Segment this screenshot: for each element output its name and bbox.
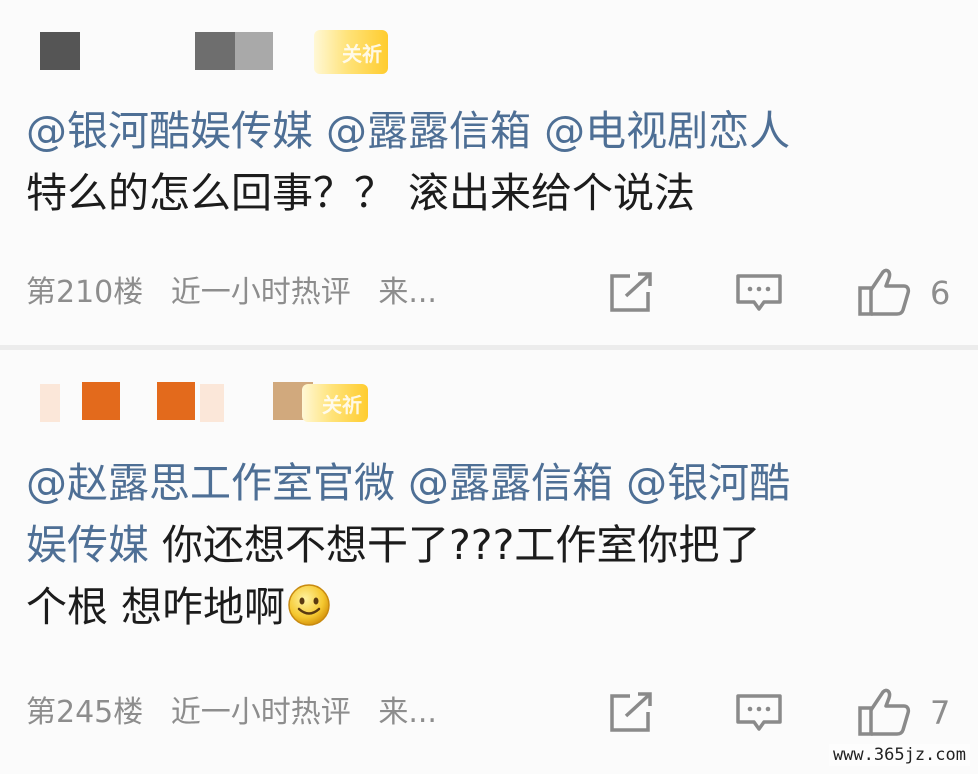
- share-icon[interactable]: [606, 690, 656, 736]
- vip-badge: 关祈: [314, 30, 388, 74]
- mention-link[interactable]: @露露信箱: [408, 459, 613, 507]
- comment-text: @赵露思工作室官微 @露露信箱 @银河酷 娱传媒 你还想不想干了???工作室你把…: [26, 452, 944, 638]
- mention-link[interactable]: 娱传媒: [26, 521, 149, 569]
- hot-tag: 近一小时热评: [170, 695, 351, 730]
- comment-icon[interactable]: [734, 270, 784, 316]
- mention-link[interactable]: @赵露思工作室官微: [26, 459, 395, 507]
- like-count: 6: [930, 274, 951, 312]
- site-watermark: www.365jz.com: [828, 744, 970, 766]
- source-label: 来...: [378, 275, 437, 310]
- username-redacted[interactable]: 关祈: [40, 380, 380, 424]
- source-label: 来...: [378, 695, 437, 730]
- floor-number: 第245楼: [26, 695, 144, 730]
- floor-number: 第210楼: [26, 275, 144, 310]
- hot-tag: 近一小时热评: [170, 275, 351, 310]
- mention-link[interactable]: @露露信箱: [326, 107, 531, 155]
- vip-badge: 关祈: [302, 384, 368, 422]
- comment-body: 你还想不想干了???工作室你把了: [162, 521, 761, 569]
- username-redacted[interactable]: 关祈: [40, 30, 390, 74]
- comment-icon[interactable]: [734, 690, 784, 736]
- comment-body: 特么的怎么回事？？ 滚出来给个说法: [26, 169, 696, 217]
- share-icon[interactable]: [606, 270, 656, 316]
- thumbs-up-icon[interactable]: [856, 686, 912, 738]
- like-count: 7: [930, 694, 951, 732]
- comment-item: 关祈 @赵露思工作室官微 @露露信箱 @银河酷 娱传媒 你还想不想干了???工作…: [0, 350, 978, 774]
- comment-body: 个根 想咋地啊: [26, 583, 286, 631]
- thumbs-up-icon[interactable]: [856, 266, 912, 318]
- mention-link[interactable]: @银河酷娱传媒: [26, 107, 313, 155]
- comment-item: 关祈 @银河酷娱传媒 @露露信箱 @电视剧恋人 特么的怎么回事？？ 滚出来给个说…: [0, 0, 978, 345]
- mention-link[interactable]: @电视剧恋人: [544, 107, 790, 155]
- comment-meta: 第210楼 近一小时热评 来... 6: [26, 268, 956, 318]
- comment-meta: 第245楼 近一小时热评 来... 7: [26, 688, 956, 738]
- smiley-emoji-icon: [288, 584, 330, 626]
- comment-text: @银河酷娱传媒 @露露信箱 @电视剧恋人 特么的怎么回事？？ 滚出来给个说法: [26, 100, 944, 224]
- mention-link[interactable]: @银河酷: [626, 459, 790, 507]
